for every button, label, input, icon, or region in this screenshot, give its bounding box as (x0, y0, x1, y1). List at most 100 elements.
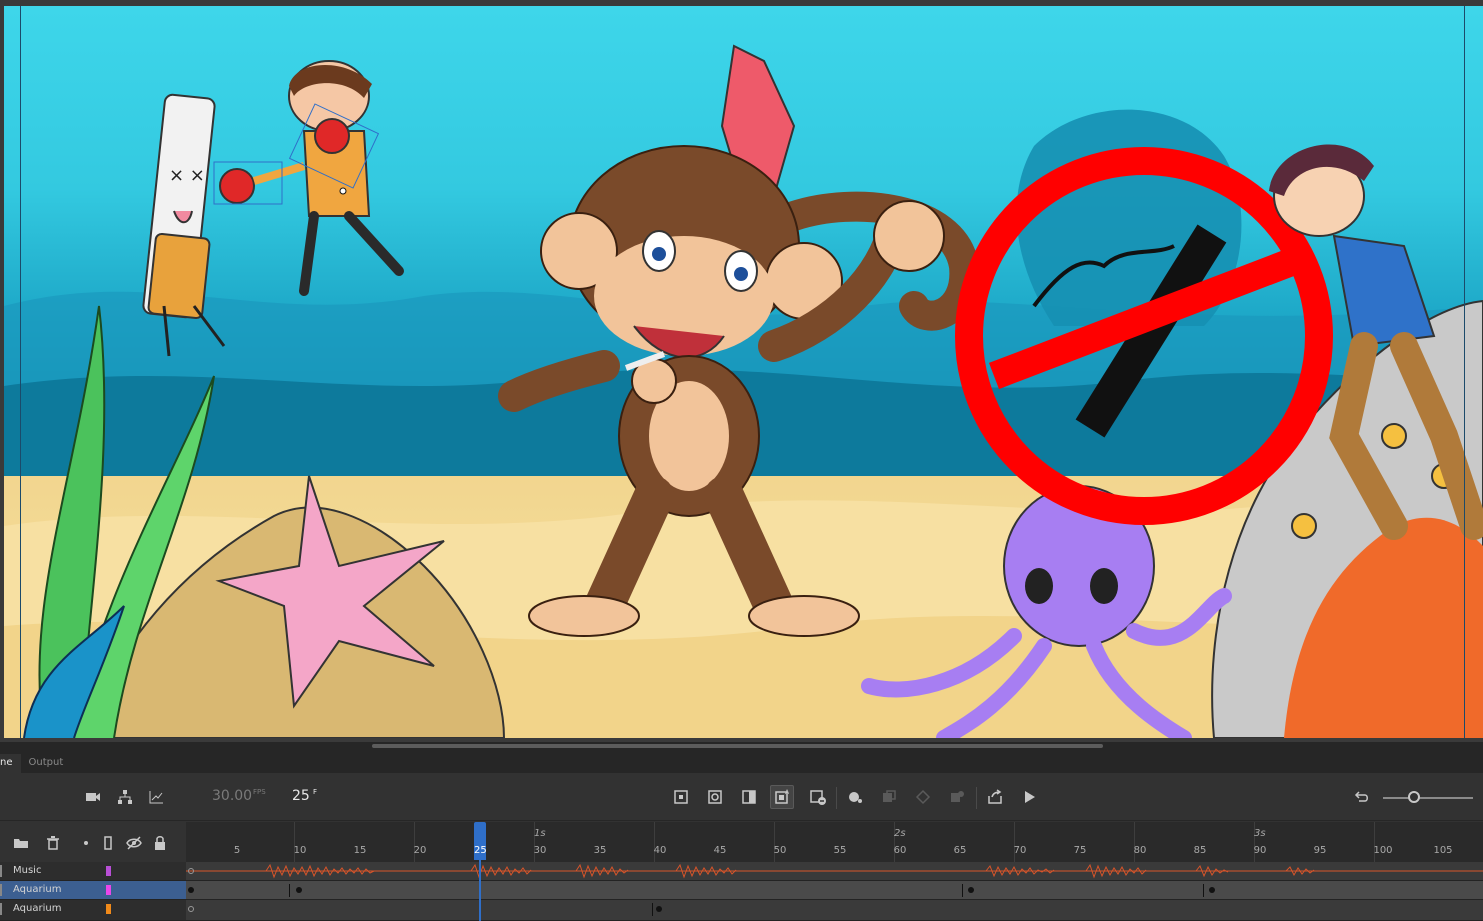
tab-timeline[interactable]: ne (0, 754, 21, 773)
layer-row-music[interactable]: Music (0, 862, 186, 881)
playhead[interactable]: 25 (474, 822, 487, 921)
frame-tick-label: 45 (713, 845, 727, 856)
keyframe[interactable] (296, 887, 302, 893)
frame-tick-label: 65 (953, 845, 967, 856)
ruler-tick (654, 822, 655, 862)
outline-icon (104, 836, 112, 850)
playhead-line (479, 860, 481, 921)
layer-color-swatch[interactable] (106, 885, 111, 895)
layer-edge (0, 884, 2, 896)
layer-color-swatch[interactable] (106, 904, 111, 914)
frame-tick-label: 100 (1373, 845, 1393, 856)
delete-layer-button[interactable] (41, 831, 65, 855)
loop-button[interactable] (703, 785, 727, 809)
svg-text:A: A (785, 789, 790, 796)
keyframe[interactable] (188, 906, 194, 912)
frame-tick-label: 50 (773, 845, 787, 856)
stage-canvas[interactable]: × × (4, 6, 1483, 738)
clear-keyframe-button[interactable] (911, 785, 935, 809)
toolbar-divider (836, 787, 837, 809)
layer-track-aquarium-2[interactable] (186, 900, 1483, 921)
layer-row-aquarium-1[interactable]: Aquarium (0, 881, 186, 900)
zoom-slider-handle[interactable] (1408, 791, 1420, 803)
layer-name[interactable]: Aquarium (13, 884, 61, 895)
camera-button[interactable] (81, 785, 105, 809)
layer-controls (0, 822, 186, 862)
zoom-slider-track[interactable] (1383, 797, 1473, 799)
layer-row-aquarium-2[interactable]: Aquarium (0, 900, 186, 921)
stage-guide-right (1464, 6, 1465, 738)
layer-color-swatch[interactable] (106, 866, 111, 876)
svg-text:× ×: × × (169, 165, 205, 186)
tab-output[interactable]: Output (21, 754, 72, 773)
second-label: 1s (534, 828, 546, 839)
second-label: 2s (894, 828, 906, 839)
edit-multiple-frames-button[interactable] (806, 785, 830, 809)
insert-keyframe-button[interactable] (843, 785, 867, 809)
ruler-tick (414, 822, 415, 862)
fps-value[interactable]: 30.00 (212, 788, 252, 804)
outline-toggle-button[interactable] (96, 831, 120, 855)
second-label: 3s (1254, 828, 1266, 839)
horizontal-scrollbar[interactable] (372, 744, 1103, 748)
camera-icon (86, 793, 100, 801)
frame-tick-label: 70 (1013, 845, 1027, 856)
reset-zoom-button[interactable] (1350, 785, 1374, 809)
new-folder-button[interactable] (9, 831, 33, 855)
layer-edge (0, 865, 2, 877)
export-button[interactable] (983, 785, 1007, 809)
keyframe[interactable] (1209, 887, 1215, 893)
playhead-frame-label: 25 (474, 845, 487, 856)
edit-frames-icon (810, 790, 826, 805)
onion-skin-outlines-button[interactable]: A (770, 785, 794, 809)
undo-icon (1354, 791, 1368, 802)
insert-blank-keyframe-button[interactable] (877, 785, 901, 809)
convert-keyframe-icon (951, 791, 964, 802)
frame-ruler[interactable]: 1s 2s 3s 5 10 15 20 30 35 40 45 50 55 60… (186, 822, 1483, 862)
ruler-tick (294, 822, 295, 862)
ruler-tick (1134, 822, 1135, 862)
onion-skin-button[interactable] (737, 785, 761, 809)
lock-toggle-button[interactable] (148, 831, 172, 855)
panel-splitter[interactable] (0, 742, 1483, 754)
current-frame[interactable]: 25 (292, 788, 310, 804)
layer-parenting-button[interactable] (113, 785, 137, 809)
play-button[interactable] (1017, 785, 1041, 809)
visibility-toggle-button[interactable] (122, 831, 146, 855)
layer-track-music[interactable] (186, 862, 1483, 881)
blank-keyframe-icon (883, 790, 896, 802)
graph-icon (149, 791, 163, 804)
graph-button[interactable] (144, 785, 168, 809)
fps-unit: FPS (253, 788, 266, 796)
layer-name[interactable]: Music (13, 865, 41, 876)
frame-tick-label: 90 (1253, 845, 1267, 856)
loop-icon (708, 790, 722, 804)
keyframe[interactable] (656, 906, 662, 912)
center-frame-icon (674, 790, 688, 804)
layer-name[interactable]: Aquarium (13, 903, 61, 914)
convert-keyframe-button[interactable] (945, 785, 969, 809)
layer-track-aquarium-1[interactable] (186, 881, 1483, 900)
toolbar-divider (976, 787, 977, 809)
keyframe-icon (849, 792, 862, 803)
frame-tick-label: 40 (653, 845, 667, 856)
keyframe[interactable] (188, 887, 194, 893)
trash-icon (47, 836, 59, 850)
timeline-toolbar: 30.00 FPS 25 F A (0, 773, 1483, 821)
ruler-tick (774, 822, 775, 862)
stage-guide-left (20, 6, 21, 738)
ruler-tick (1374, 822, 1375, 862)
keyframe[interactable] (968, 887, 974, 893)
frame-tick-label: 5 (233, 845, 241, 856)
frame-tick-label: 30 (533, 845, 547, 856)
highlight-layer-button[interactable] (74, 831, 98, 855)
panel-tabs: ne Output (0, 754, 1483, 773)
ruler-tick (1014, 822, 1015, 862)
keyframe[interactable] (188, 868, 194, 874)
onion-skin-icon (742, 790, 756, 804)
frame-span-end (652, 903, 653, 916)
scene-artwork: × × (4, 44, 1483, 738)
frame-tick-label: 105 (1433, 845, 1453, 856)
center-frame-button[interactable] (669, 785, 693, 809)
boxer-character (213, 60, 404, 296)
